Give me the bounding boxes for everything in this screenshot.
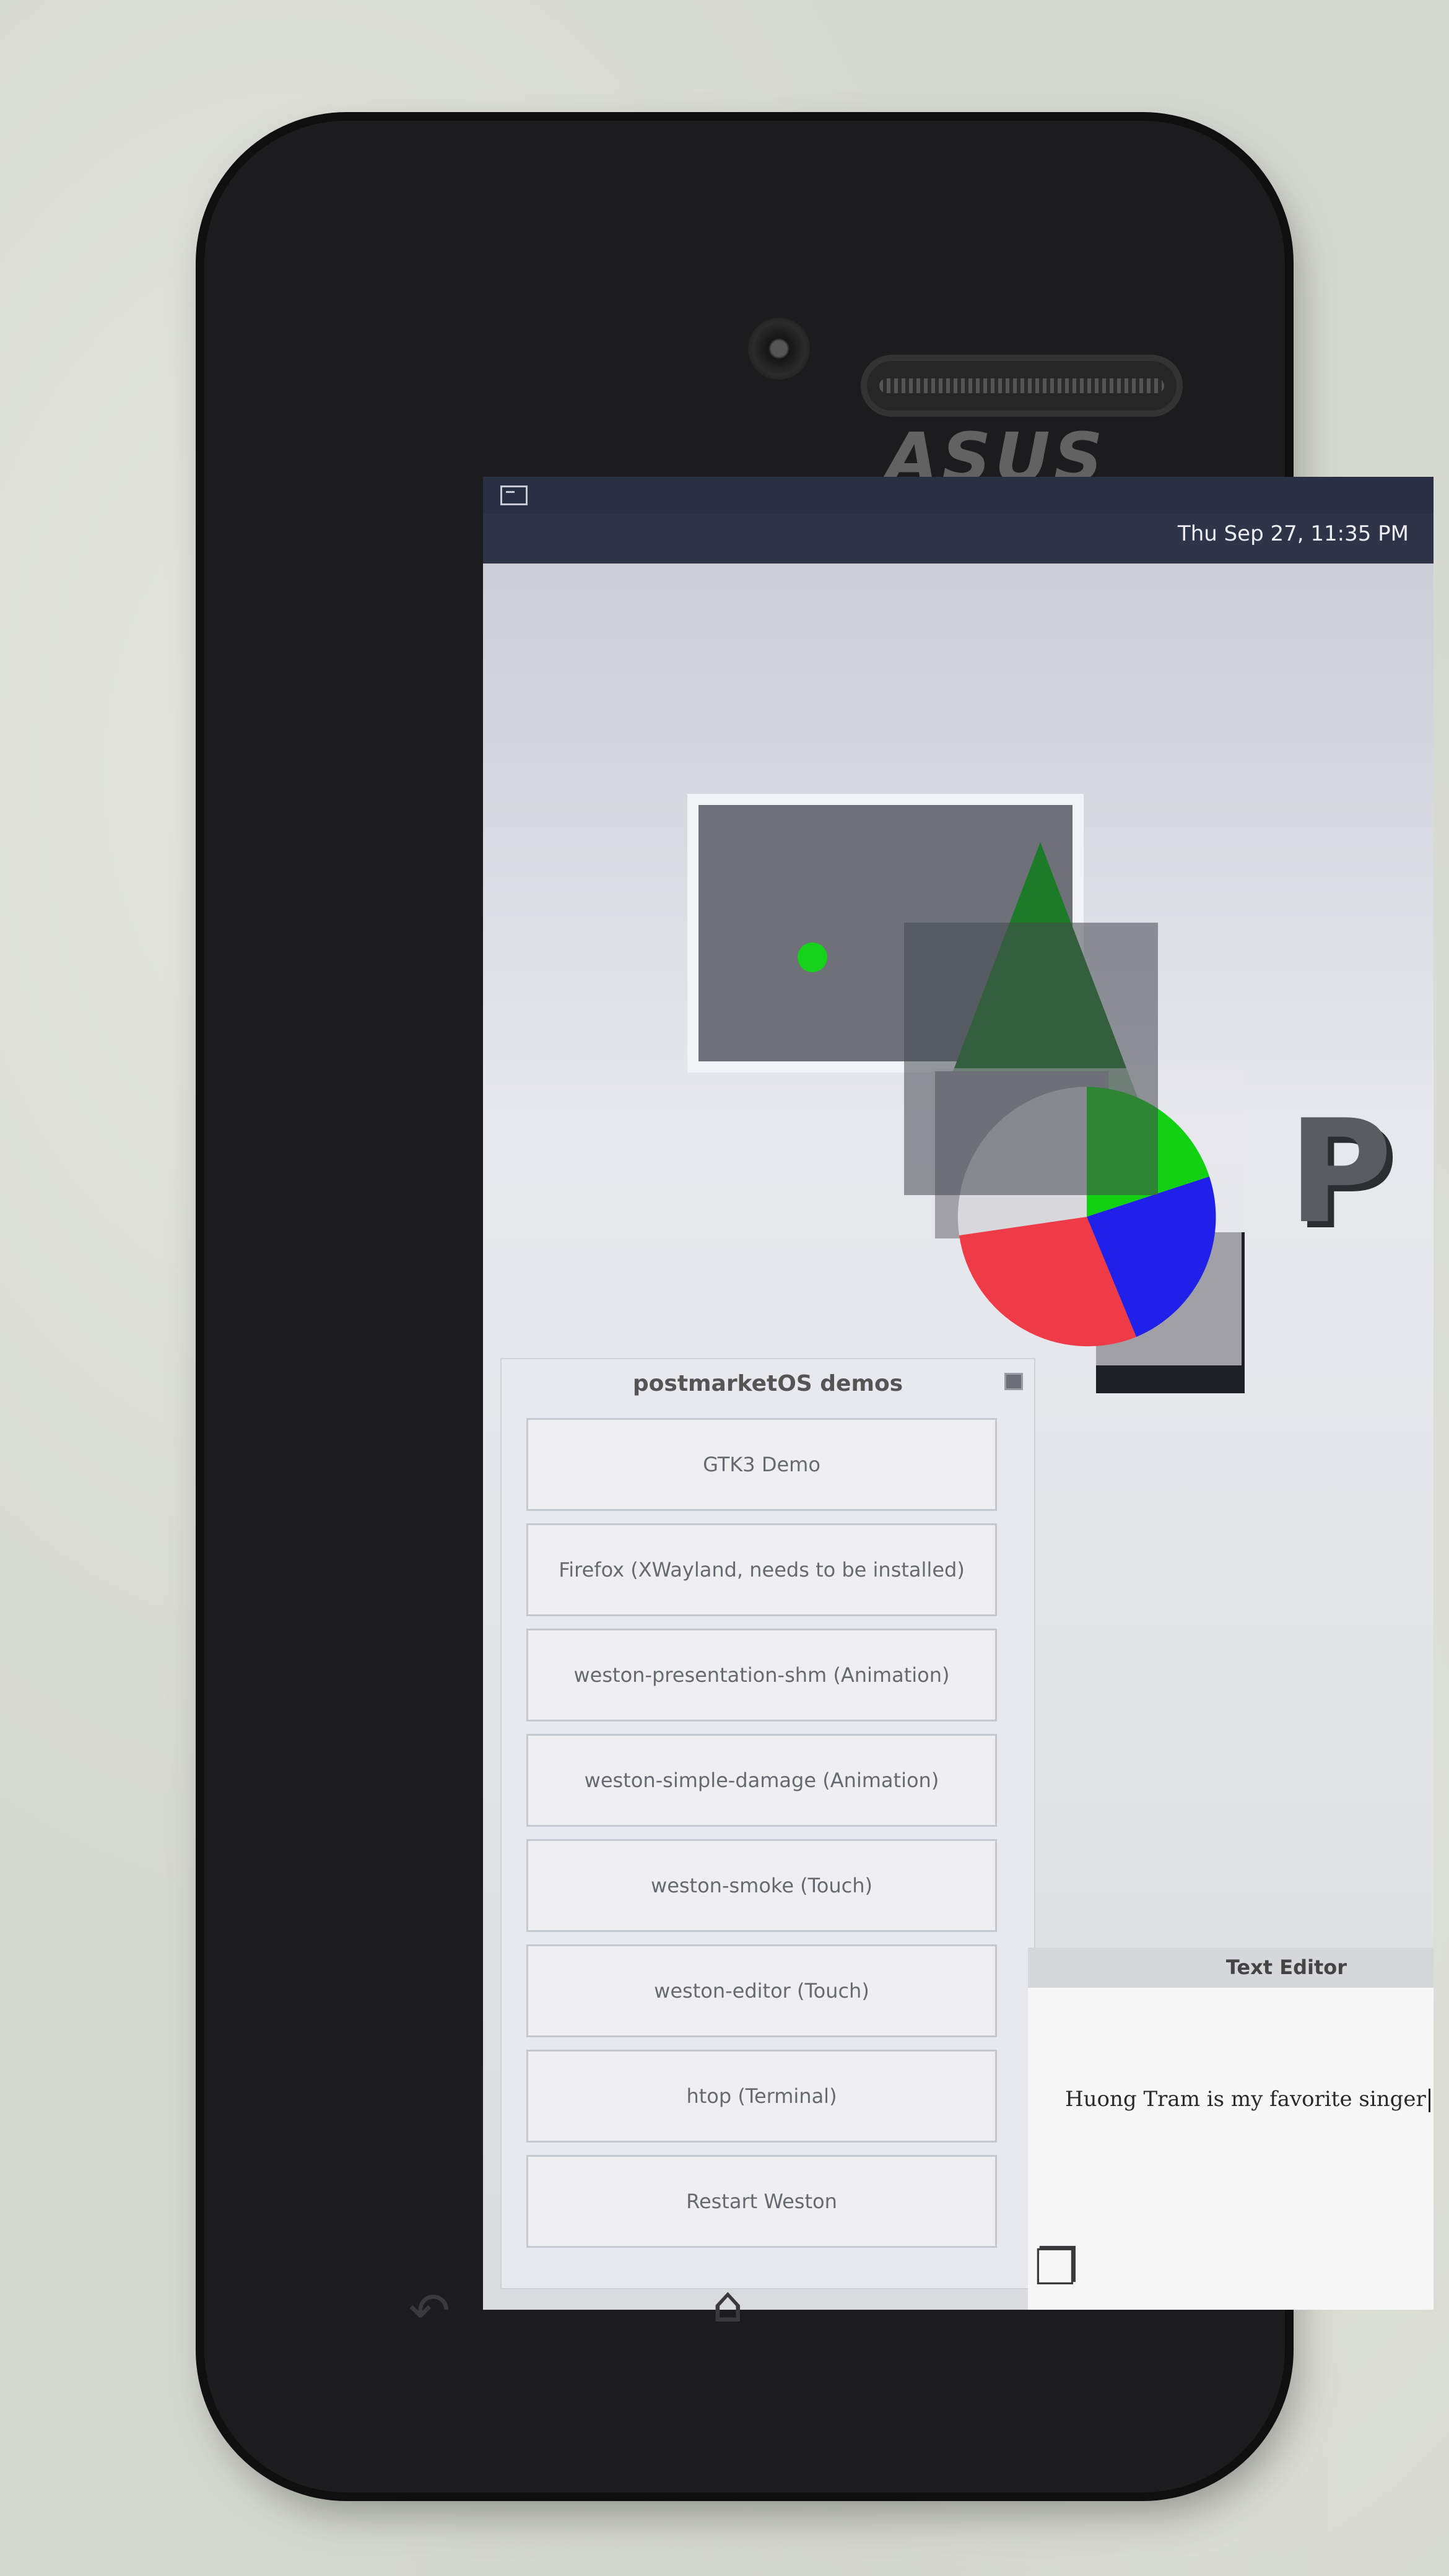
green-dot: [798, 942, 827, 972]
terminal-icon[interactable]: [500, 485, 528, 505]
back-icon[interactable]: ↶: [409, 2282, 450, 2339]
weston-editor-button[interactable]: weston-editor (Touch): [526, 1944, 997, 2037]
clock-bar: Thu Sep 27, 11:35 PM: [483, 514, 1434, 564]
weston-presentation-shm-button[interactable]: weston-presentation-shm (Animation): [526, 1629, 997, 1721]
navigation-keys: ↶ ⌂ ❐: [204, 2239, 1285, 2369]
recents-icon[interactable]: ❐: [1034, 2239, 1079, 2296]
phone-body: ASUS Thu Sep 27, 11:35 PM P postmarketOS…: [204, 121, 1434, 2492]
background-logo-text: P: [1288, 1090, 1393, 1255]
clock: Thu Sep 27, 11:35 PM: [1177, 521, 1409, 546]
front-camera: [748, 318, 810, 380]
phone-screen[interactable]: Thu Sep 27, 11:35 PM P postmarketOS demo…: [483, 477, 1434, 2310]
restart-weston-button[interactable]: Restart Weston: [526, 2155, 997, 2248]
translucent-square: [904, 923, 1158, 1195]
home-icon[interactable]: ⌂: [712, 2276, 744, 2333]
close-icon[interactable]: [1004, 1373, 1023, 1390]
weston-smoke-button[interactable]: weston-smoke (Touch): [526, 1839, 997, 1932]
demos-window-title: postmarketOS demos: [632, 1371, 903, 1396]
gtk3-demo-button[interactable]: GTK3 Demo: [526, 1418, 997, 1511]
weston-panel: [483, 477, 1434, 514]
text-editor-body[interactable]: Huong Tram is my favorite singer: [1028, 1988, 1434, 2310]
demos-window[interactable]: postmarketOS demos GTK3 Demo Firefox (XW…: [502, 1359, 1034, 2288]
earpiece-speaker: [861, 355, 1183, 417]
htop-button[interactable]: htop (Terminal): [526, 2050, 997, 2143]
text-editor-content[interactable]: Huong Tram is my favorite singer: [1065, 2087, 1430, 2112]
weston-simple-damage-button[interactable]: weston-simple-damage (Animation): [526, 1734, 997, 1827]
text-editor-title: Text Editor: [1028, 1947, 1434, 1988]
firefox-button[interactable]: Firefox (XWayland, needs to be installed…: [526, 1523, 997, 1616]
